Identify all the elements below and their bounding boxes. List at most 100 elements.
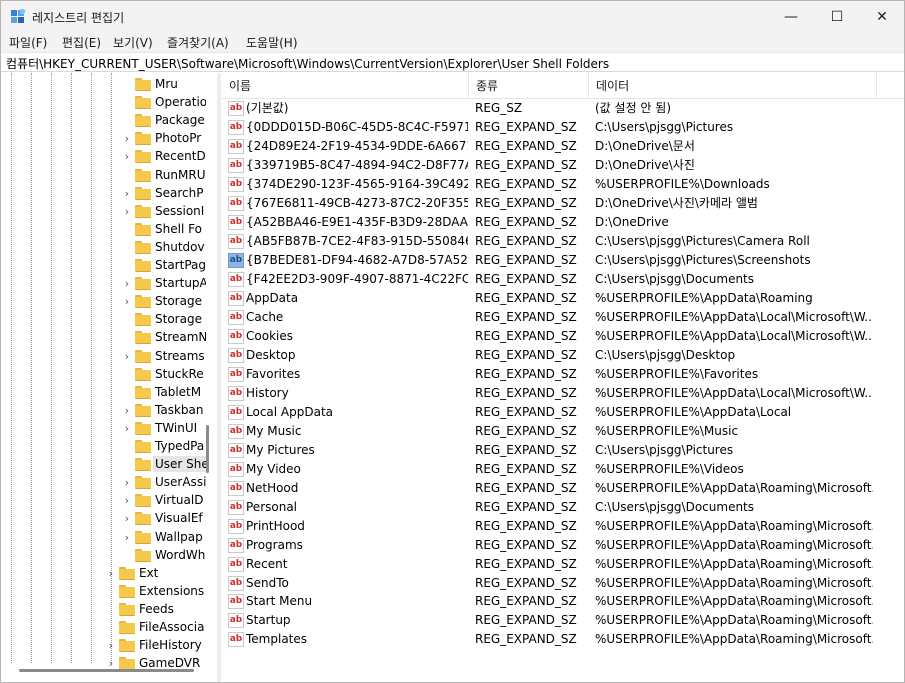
tree-item-label: Shutdov	[155, 240, 205, 254]
chevron-right-icon[interactable]: ›	[122, 292, 132, 310]
menu-help[interactable]: 도움말(H)	[246, 34, 298, 51]
value-row[interactable]: ab PrintHood REG_EXPAND_SZ %USERPROFILE%\Ap…	[222, 517, 904, 536]
value-row[interactable]: ab Recent REG_EXPAND_SZ %USERPROFILE%\AppDa…	[222, 555, 904, 574]
folder-icon	[135, 313, 151, 326]
value-row[interactable]: ab My Video REG_EXPAND_SZ %USERPROFILE%\Vid…	[222, 460, 904, 479]
menu-favorites[interactable]: 즐겨찾기(A)	[167, 34, 229, 51]
chevron-right-icon[interactable]: ›	[122, 202, 132, 220]
value-row[interactable]: ab History REG_EXPAND_SZ %USERPROFILE%\AppD…	[222, 384, 904, 403]
values-list-pane[interactable]: 이름 종류 데이터 ab (기본값) REG_SZ (값 설정 안 됨) ab {0DDD…	[222, 73, 904, 681]
address-bar[interactable]: 컴퓨터\HKEY_CURRENT_USER\Software\Microsoft…	[1, 52, 904, 72]
value-row[interactable]: ab AppData REG_EXPAND_SZ %USERPROFILE%\AppD…	[222, 289, 904, 308]
tree-item[interactable]: Mru	[1, 75, 206, 93]
address-path[interactable]: 컴퓨터\HKEY_CURRENT_USER\Software\Microsoft…	[6, 55, 609, 72]
tree-item[interactable]: TabletM	[1, 383, 206, 401]
menu-view[interactable]: 보기(V)	[113, 34, 153, 51]
chevron-right-icon[interactable]: ›	[122, 509, 132, 527]
chevron-right-icon[interactable]: ›	[122, 528, 132, 546]
value-row[interactable]: ab {F42EE2D3-909F-4907-8871-4C22FC0... REG…	[222, 270, 904, 289]
tree-item[interactable]: › SessionI	[1, 202, 206, 220]
tree-item[interactable]: › StartupA	[1, 274, 206, 292]
value-row[interactable]: ab {24D89E24-2F19-4534-9DDE-6A6671... REG_…	[222, 137, 904, 156]
value-row[interactable]: ab {767E6811-49CB-4273-87C2-20F355E... REG…	[222, 194, 904, 213]
tree-item[interactable]: RunMRU	[1, 166, 206, 184]
value-row[interactable]: ab My Pictures REG_EXPAND_SZ C:\Users\pjsgg…	[222, 441, 904, 460]
column-header-type[interactable]: 종류	[469, 73, 589, 99]
menu-edit[interactable]: 편집(E)	[62, 34, 101, 51]
tree-item[interactable]: User She	[1, 455, 206, 473]
tree-item[interactable]: › Storage	[1, 292, 206, 310]
value-row[interactable]: ab Personal REG_EXPAND_SZ C:\Users\pjsgg\Do…	[222, 498, 904, 517]
tree-item[interactable]: StreamN	[1, 328, 206, 346]
tree-item[interactable]: › FileHistory	[1, 636, 206, 654]
string-value-icon: ab	[228, 367, 244, 382]
value-row[interactable]: ab Desktop REG_EXPAND_SZ C:\Users\pjsgg\Des…	[222, 346, 904, 365]
tree-item[interactable]: StartPag	[1, 256, 206, 274]
value-row[interactable]: ab Cache REG_EXPAND_SZ %USERPROFILE%\AppDat…	[222, 308, 904, 327]
tree-item[interactable]: › Ext	[1, 564, 206, 582]
value-row[interactable]: ab Favorites REG_EXPAND_SZ %USERPROFILE%\Fa…	[222, 365, 904, 384]
value-row[interactable]: ab (기본값) REG_SZ (값 설정 안 됨)	[222, 99, 904, 118]
tree-item[interactable]: StuckRe	[1, 365, 206, 383]
tree-item[interactable]: Shutdov	[1, 238, 206, 256]
string-value-icon: ab	[228, 405, 244, 420]
value-row[interactable]: ab {AB5FB87B-7CE2-4F83-915D-550846... REG_…	[222, 232, 904, 251]
column-header-name[interactable]: 이름	[222, 73, 469, 99]
tree-item[interactable]: › Taskban	[1, 401, 206, 419]
value-row[interactable]: ab {339719B5-8C47-4894-94C2-D8F77A... REG_…	[222, 156, 904, 175]
tree-horizontal-scrollbar[interactable]	[19, 669, 194, 672]
tree-item[interactable]: › Wallpap	[1, 528, 206, 546]
chevron-right-icon[interactable]: ›	[122, 147, 132, 165]
chevron-right-icon[interactable]: ›	[122, 129, 132, 147]
chevron-right-icon[interactable]: ›	[122, 347, 132, 365]
chevron-right-icon[interactable]: ›	[106, 564, 116, 582]
tree-item[interactable]: Extensions	[1, 582, 206, 600]
tree-item[interactable]: WordWh	[1, 546, 206, 564]
column-header-data[interactable]: 데이터	[589, 73, 877, 99]
chevron-right-icon[interactable]: ›	[122, 401, 132, 419]
tree-item[interactable]: Operatio	[1, 93, 206, 111]
value-row[interactable]: ab NetHood REG_EXPAND_SZ %USERPROFILE%\AppD…	[222, 479, 904, 498]
pane-splitter[interactable]	[217, 73, 221, 682]
chevron-right-icon[interactable]: ›	[122, 274, 132, 292]
maximize-button[interactable]: ☐	[814, 1, 860, 32]
close-button[interactable]: ✕	[859, 1, 905, 32]
chevron-right-icon[interactable]: ›	[122, 473, 132, 491]
tree-item[interactable]: › TWinUI	[1, 419, 206, 437]
tree-item[interactable]: Package	[1, 111, 206, 129]
value-row[interactable]: ab Programs REG_EXPAND_SZ %USERPROFILE%\App…	[222, 536, 904, 555]
tree-item[interactable]: › PhotoPr	[1, 129, 206, 147]
value-row[interactable]: ab {374DE290-123F-4565-9164-39C492... REG_…	[222, 175, 904, 194]
tree-item[interactable]: › Streams	[1, 347, 206, 365]
tree-item[interactable]: Storage	[1, 310, 206, 328]
tree-item[interactable]: Shell Fo	[1, 220, 206, 238]
chevron-right-icon[interactable]: ›	[122, 184, 132, 202]
tree-item[interactable]: › VisualEf	[1, 509, 206, 527]
tree-item[interactable]: › VirtualD	[1, 491, 206, 509]
value-row[interactable]: ab {0DDD015D-B06C-45D5-8C4C-F5971... REG_E…	[222, 118, 904, 137]
tree-vertical-scrollbar[interactable]	[206, 425, 209, 473]
chevron-right-icon[interactable]: ›	[106, 636, 116, 654]
tree-item[interactable]: › SearchP	[1, 184, 206, 202]
value-row[interactable]: ab Local AppData REG_EXPAND_SZ %USERPROFILE…	[222, 403, 904, 422]
value-row[interactable]: ab {B7BEDE81-DF94-4682-A7D8-57A526... REG_…	[222, 251, 904, 270]
key-tree-pane[interactable]: Mru Operatio Package › PhotoPr › RecentD RunMRU…	[1, 73, 217, 677]
tree-item[interactable]: › RecentD	[1, 147, 206, 165]
tree-item[interactable]: FileAssocia	[1, 618, 206, 636]
tree-item[interactable]: TypedPa	[1, 437, 206, 455]
value-row[interactable]: ab {A52BBA46-E9E1-435F-B3D9-28DAA6... REG_…	[222, 213, 904, 232]
chevron-right-icon[interactable]: ›	[122, 491, 132, 509]
tree-item[interactable]: Feeds	[1, 600, 206, 618]
chevron-right-icon[interactable]: ›	[122, 419, 132, 437]
value-row[interactable]: ab My Music REG_EXPAND_SZ %USERPROFILE%\Mus…	[222, 422, 904, 441]
value-row[interactable]: ab Cookies REG_EXPAND_SZ %USERPROFILE%\AppD…	[222, 327, 904, 346]
tree-item[interactable]: › UserAssi	[1, 473, 206, 491]
title-bar[interactable]: 레지스트리 편집기 — ☐ ✕	[1, 1, 904, 32]
value-row[interactable]: ab SendTo REG_EXPAND_SZ %USERPROFILE%\AppDa…	[222, 574, 904, 593]
value-data: %USERPROFILE%\AppData\Local\Microsoft\W.…	[595, 310, 873, 324]
value-row[interactable]: ab Startup REG_EXPAND_SZ %USERPROFILE%\AppD…	[222, 611, 904, 630]
menu-file[interactable]: 파일(F)	[9, 34, 47, 51]
value-row[interactable]: ab Templates REG_EXPAND_SZ %USERPROFILE%\Ap…	[222, 630, 904, 649]
minimize-button[interactable]: —	[768, 1, 814, 32]
value-row[interactable]: ab Start Menu REG_EXPAND_SZ %USERPROFILE%\A…	[222, 592, 904, 611]
